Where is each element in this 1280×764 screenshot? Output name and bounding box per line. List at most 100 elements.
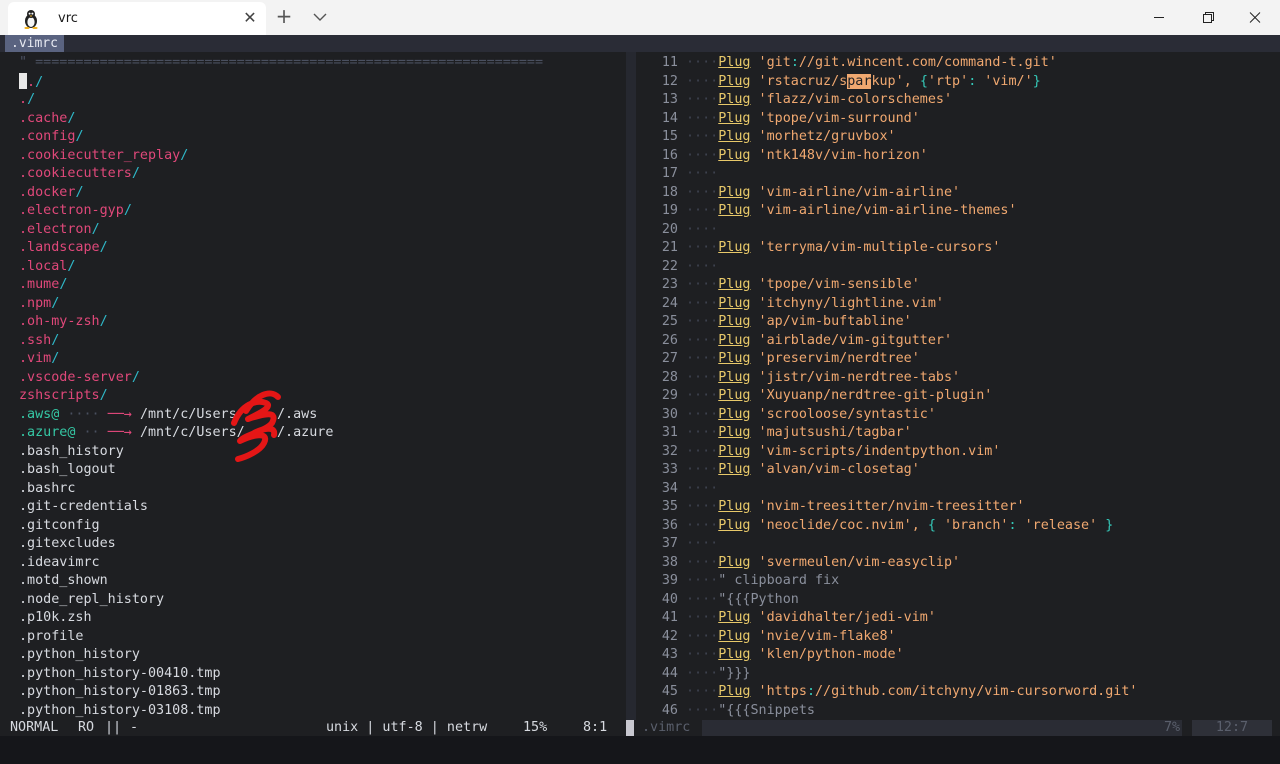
terminal-tab[interactable]: vrc ✕ <box>8 2 266 35</box>
file-entry[interactable]: .python_history-03108.tmp <box>19 702 221 720</box>
code-line[interactable]: ····Plug 'nvie/vim-flake8' <box>686 628 896 646</box>
code-line[interactable]: ····" clipboard fix <box>686 572 839 590</box>
file-entry[interactable]: .bashrc <box>19 480 75 498</box>
directory-entry[interactable]: .local/ <box>19 258 75 276</box>
code-token: , <box>903 73 912 89</box>
code-line[interactable]: ···· <box>686 535 718 553</box>
string-literal: 'preservim/nerdtree' <box>750 351 920 366</box>
code-line[interactable]: ····Plug 'https://github.com/itchyny/vim… <box>686 683 1137 701</box>
directory-entry[interactable]: .mume/ <box>19 276 67 294</box>
minimize-icon[interactable] <box>1136 0 1182 35</box>
code-line[interactable]: ···· <box>686 258 718 276</box>
indent-guide: ···· <box>686 647 719 662</box>
entry-slash: / <box>67 258 76 274</box>
file-entry[interactable]: .python_history-00410.tmp <box>19 665 221 683</box>
indent-guide: ···· <box>686 110 719 126</box>
directory-entry[interactable]: zshscripts/ <box>19 387 108 405</box>
code-line[interactable]: ····Plug 'scrooloose/syntastic' <box>686 406 936 424</box>
code-line[interactable]: ····Plug 'airblade/vim-gitgutter' <box>686 332 952 350</box>
directory-entry[interactable]: .electron/ <box>19 221 100 239</box>
file-entry[interactable]: .bash_logout <box>19 461 116 479</box>
symlink-entry[interactable]: .azure@ ·· ──→ /mnt/c/Users/ /.azure <box>19 424 333 442</box>
code-line[interactable]: ····Plug 'jistr/vim-nerdtree-tabs' <box>686 369 960 387</box>
code-line[interactable]: ····Plug 'itchyny/lightline.vim' <box>686 295 944 313</box>
directory-entry[interactable]: .oh-my-zsh/ <box>19 313 108 331</box>
directory-entry[interactable]: .config/ <box>19 128 84 146</box>
directory-entry[interactable]: .cache/ <box>19 110 75 128</box>
code-token: : <box>790 55 799 70</box>
code-line[interactable]: ····Plug 'davidhalter/jedi-vim' <box>686 609 936 627</box>
buffer-tab-vimrc[interactable]: .vimrc <box>5 35 64 52</box>
file-entry[interactable]: .python_history-01863.tmp <box>19 683 221 701</box>
directory-entry[interactable]: ./ <box>19 91 35 109</box>
code-line[interactable]: ····Plug 'git://git.wincent.com/command-… <box>686 54 1057 72</box>
directory-entry[interactable]: .npm/ <box>19 295 59 313</box>
directory-entry[interactable]: .cookiecutters/ <box>19 165 140 183</box>
pane-divider[interactable] <box>626 52 636 736</box>
line-number: 38 <box>661 554 678 570</box>
code-line[interactable]: ····Plug 'neoclide/coc.nvim', { 'branch'… <box>686 517 1113 535</box>
file-entry[interactable]: .motd_shown <box>19 572 108 590</box>
file-entry[interactable]: .profile <box>19 628 84 646</box>
file-entry[interactable]: .bash_history <box>19 443 124 461</box>
code-line[interactable]: ····Plug 'majutsushi/tagbar' <box>686 424 912 442</box>
directory-entry[interactable]: .vim/ <box>19 350 59 368</box>
file-entry[interactable]: .node_repl_history <box>19 591 164 609</box>
directory-entry[interactable]: .electron-gyp/ <box>19 202 132 220</box>
terminal-area[interactable]: .vimrc " ===============================… <box>0 35 1280 764</box>
code-line[interactable]: ····Plug 'flazz/vim-colorschemes' <box>686 91 952 109</box>
code-line[interactable]: ····Plug 'vim-airline/vim-airline-themes… <box>686 202 1017 220</box>
code-line[interactable]: ····Plug 'tpope/vim-surround' <box>686 110 920 128</box>
indent-guide: ···· <box>686 406 719 422</box>
code-line[interactable]: ····Plug 'svermeulen/vim-easyclip' <box>686 554 960 572</box>
code-line[interactable]: ····Plug 'nvim-treesitter/nvim-treesitte… <box>686 498 1025 516</box>
tab-close-icon[interactable]: ✕ <box>240 8 260 28</box>
directory-entry[interactable]: .ssh/ <box>19 332 59 350</box>
file-entry[interactable]: .ideavimrc <box>19 554 100 572</box>
code-line[interactable]: ····Plug 'vim-airline/vim-airline' <box>686 184 960 202</box>
code-line[interactable]: ····Plug 'preservim/nerdtree' <box>686 350 920 368</box>
entry-slash: / <box>51 295 60 311</box>
line-number: 41 <box>661 610 678 625</box>
code-line[interactable]: ····"{{{Snippets <box>686 702 815 720</box>
line-number: 28 <box>661 369 678 385</box>
file-entry[interactable]: .git-credentials <box>19 498 148 516</box>
code-line[interactable]: ···· <box>686 480 718 498</box>
entry-name: . <box>27 74 36 90</box>
chevron-down-icon[interactable] <box>308 5 332 29</box>
directory-entry[interactable]: .docker/ <box>19 184 84 202</box>
code-line[interactable]: ····Plug 'Xuyuanp/nerdtree-git-plugin' <box>686 387 992 405</box>
string-literal: 'rstacruz/s <box>750 73 848 89</box>
indent-guide: ···· <box>686 351 719 366</box>
code-line[interactable]: ····"{{{Python <box>686 591 799 609</box>
file-entry[interactable]: .gitconfig <box>19 517 100 535</box>
line-number: 15 <box>661 129 678 144</box>
new-tab-button[interactable]: + <box>272 5 296 29</box>
maximize-icon[interactable] <box>1184 0 1230 35</box>
code-line[interactable]: ····Plug 'alvan/vim-closetag' <box>686 461 920 479</box>
file-entry[interactable]: .gitexcludes <box>19 535 116 553</box>
code-line[interactable]: ····Plug 'ntk148v/vim-horizon' <box>686 147 928 165</box>
directory-entry[interactable]: .vscode-server/ <box>19 369 140 387</box>
code-line[interactable]: ····Plug 'terryma/vim-multiple-cursors' <box>686 239 1000 257</box>
code-line[interactable]: ····Plug 'ap/vim-buftabline' <box>686 313 912 331</box>
directory-entry[interactable]: .landscape/ <box>19 239 108 257</box>
code-line[interactable]: ····Plug 'klen/python-mode' <box>686 646 904 664</box>
code-line[interactable]: ····Plug 'morhetz/gruvbox' <box>686 128 896 146</box>
code-token: 'vim/' <box>976 73 1033 89</box>
directory-entry[interactable]: ./ <box>19 72 43 91</box>
line-number: 42 <box>661 628 678 644</box>
code-token: 'git <box>750 55 791 70</box>
code-line[interactable]: ····Plug 'rstacruz/sparkup', {'rtp': 'vi… <box>686 73 1041 91</box>
indent-guide: ···· <box>686 221 719 237</box>
close-window-icon[interactable] <box>1232 0 1278 35</box>
code-line[interactable]: ····"}}} <box>686 665 751 683</box>
file-entry[interactable]: .p10k.zsh <box>19 609 92 627</box>
directory-entry[interactable]: .cookiecutter_replay/ <box>19 147 188 165</box>
code-line[interactable]: ····Plug 'tpope/vim-sensible' <box>686 276 920 294</box>
code-line[interactable]: ···· <box>686 221 718 239</box>
file-entry[interactable]: .python_history <box>19 646 140 664</box>
code-line[interactable]: ····Plug 'vim-scripts/indentpython.vim' <box>686 443 1000 461</box>
code-line[interactable]: ···· <box>686 165 718 183</box>
command-line[interactable] <box>0 736 1280 764</box>
